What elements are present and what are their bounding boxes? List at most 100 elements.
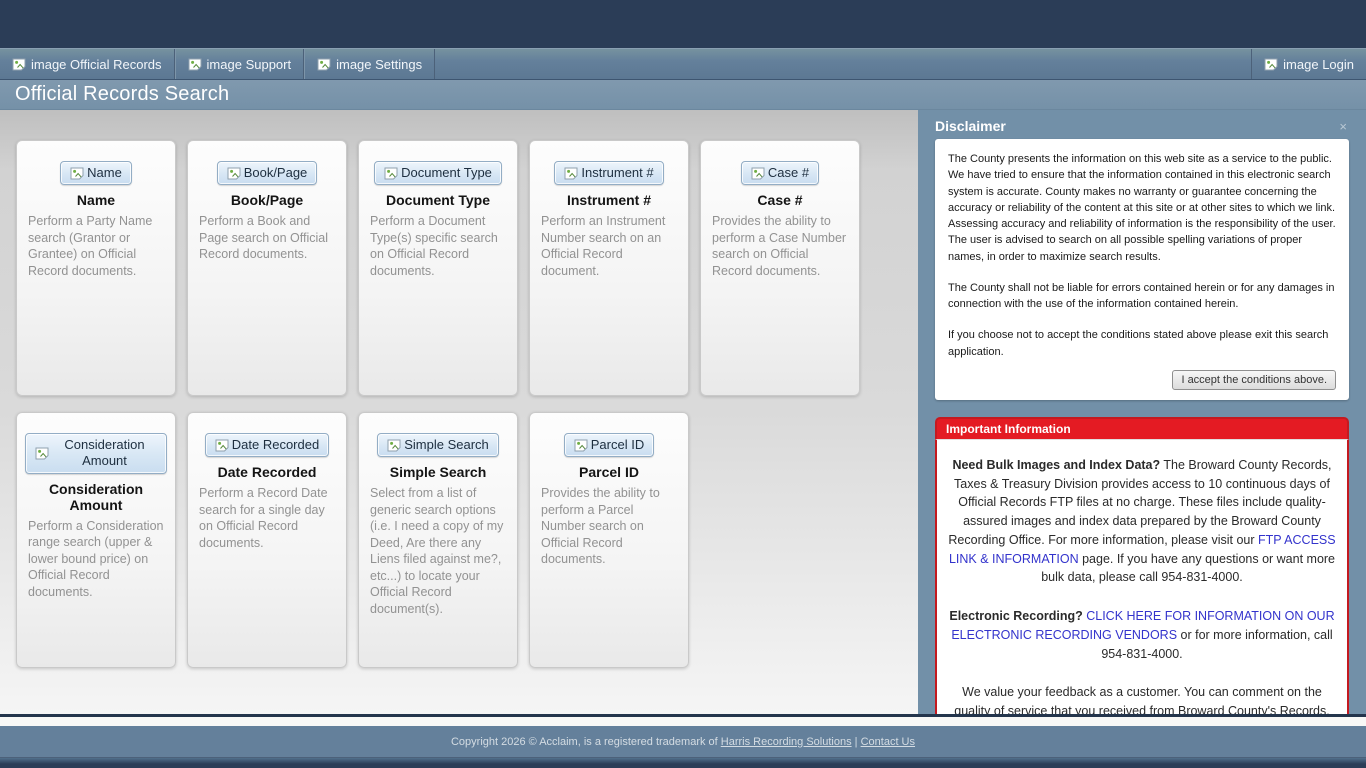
nav-item-login[interactable]: image Login	[1251, 49, 1366, 79]
card-title: Consideration Amount	[25, 481, 167, 513]
search-card-consideration-amount: Consideration Amount Consideration Amoun…	[16, 412, 176, 668]
broken-image-icon	[564, 167, 578, 180]
broken-image-icon	[574, 439, 588, 452]
broken-image-icon	[384, 167, 398, 180]
card-button-label: Case #	[768, 165, 809, 181]
broken-image-icon	[35, 447, 49, 460]
card-description: Perform a Book and Page search on Offici…	[196, 213, 338, 263]
card-button-label: Date Recorded	[232, 437, 319, 453]
page: image Official Records image Support ima…	[0, 0, 1366, 768]
parcel-id-search-button[interactable]: Parcel ID	[564, 433, 654, 457]
harris-recording-solutions-link[interactable]: Harris Recording Solutions	[721, 736, 852, 748]
broken-image-icon	[12, 58, 26, 71]
card-title: Simple Search	[367, 464, 509, 480]
close-icon[interactable]: ×	[1337, 119, 1349, 134]
consideration-amount-search-button[interactable]: Consideration Amount	[25, 433, 167, 474]
date-recorded-search-button[interactable]: Date Recorded	[205, 433, 329, 457]
card-description: Perform a Party Name search (Grantor or …	[25, 213, 167, 279]
search-card-parcel-id: Parcel ID Parcel ID Provides the ability…	[529, 412, 689, 668]
search-card-book-page: Book/Page Book/Page Perform a Book and P…	[187, 140, 347, 396]
footer-gap	[0, 717, 1366, 726]
simple-search-button[interactable]: Simple Search	[377, 433, 499, 457]
important-information-title: Important Information	[935, 417, 1349, 439]
bulk-data-text: page. If you have any questions or want …	[1041, 552, 1335, 585]
document-type-search-button[interactable]: Document Type	[374, 161, 502, 185]
right-panel: Disclaimer × The County presents the inf…	[918, 110, 1366, 714]
card-title: Parcel ID	[538, 464, 680, 480]
card-description: Provides the ability to perform a Parcel…	[538, 485, 680, 568]
disclaimer-paragraph: If you choose not to accept the conditio…	[948, 327, 1336, 360]
card-row: Name Name Perform a Party Name search (G…	[16, 140, 918, 396]
card-description: Perform a Consideration range search (up…	[25, 518, 167, 601]
nav-item-label: image Official Records	[31, 57, 162, 72]
search-card-date-recorded: Date Recorded Date Recorded Perform a Re…	[187, 412, 347, 668]
nav-item-label: image Support	[207, 57, 292, 72]
card-title: Book/Page	[196, 192, 338, 208]
erecording-bold: Electronic Recording?	[949, 609, 1082, 623]
broken-image-icon	[188, 58, 202, 71]
main-navbar: image Official Records image Support ima…	[0, 48, 1366, 80]
accept-conditions-button[interactable]: I accept the conditions above.	[1172, 370, 1336, 390]
card-description: Perform an Instrument Number search on a…	[538, 213, 680, 279]
disclaimer-paragraph: The County shall not be liable for error…	[948, 280, 1336, 313]
instrument-search-button[interactable]: Instrument #	[554, 161, 663, 185]
copyright-text: Copyright 2026 © Acclaim, is a registere…	[451, 736, 915, 748]
important-information-box: Need Bulk Images and Index Data? The Bro…	[935, 439, 1349, 725]
card-title: Document Type	[367, 192, 509, 208]
card-description: Perform a Document Type(s) specific sear…	[367, 213, 509, 279]
card-title: Name	[25, 192, 167, 208]
card-button-label: Consideration Amount	[52, 437, 157, 470]
search-card-name: Name Name Perform a Party Name search (G…	[16, 140, 176, 396]
footer-bar: Copyright 2026 © Acclaim, is a registere…	[0, 726, 1366, 758]
nav-item-label: image Login	[1283, 57, 1354, 72]
footer-separator: |	[852, 736, 861, 748]
top-bar	[0, 0, 1366, 48]
broken-image-icon	[1264, 58, 1278, 71]
bulk-data-paragraph: Need Bulk Images and Index Data? The Bro…	[947, 456, 1337, 587]
search-card-simple-search: Simple Search Simple Search Select from …	[358, 412, 518, 668]
nav-item-label: image Settings	[336, 57, 422, 72]
card-button-label: Simple Search	[404, 437, 489, 453]
disclaimer-box: The County presents the information on t…	[935, 139, 1349, 400]
card-button-label: Parcel ID	[591, 437, 644, 453]
card-description: Perform a Record Date search for a singl…	[196, 485, 338, 551]
broken-image-icon	[70, 167, 84, 180]
broken-image-icon	[387, 439, 401, 452]
nav-item-official-records[interactable]: image Official Records	[0, 49, 175, 79]
card-title: Date Recorded	[196, 464, 338, 480]
important-information-panel: Important Information Need Bulk Images a…	[935, 417, 1349, 725]
case-search-button[interactable]: Case #	[741, 161, 819, 185]
content-area: Name Name Perform a Party Name search (G…	[0, 110, 1366, 714]
search-card-case: Case # Case # Provides the ability to pe…	[700, 140, 860, 396]
card-row: Consideration Amount Consideration Amoun…	[16, 412, 918, 668]
card-title: Case #	[709, 192, 851, 208]
card-button-label: Name	[87, 165, 122, 181]
broken-image-icon	[227, 167, 241, 180]
disclaimer-title: Disclaimer	[935, 118, 1006, 134]
erecording-paragraph: Electronic Recording? CLICK HERE FOR INF…	[947, 607, 1337, 663]
name-search-button[interactable]: Name	[60, 161, 132, 185]
nav-spacer	[435, 49, 1251, 79]
card-button-label: Document Type	[401, 165, 492, 181]
disclaimer-paragraph: The County presents the information on t…	[948, 151, 1336, 265]
card-button-label: Instrument #	[581, 165, 653, 181]
search-card-document-type: Document Type Document Type Perform a Do…	[358, 140, 518, 396]
footer-dark-strip	[0, 758, 1366, 768]
card-description: Provides the ability to perform a Case N…	[709, 213, 851, 279]
card-title: Instrument #	[538, 192, 680, 208]
broken-image-icon	[751, 167, 765, 180]
search-cards-panel: Name Name Perform a Party Name search (G…	[0, 110, 918, 714]
contact-us-link[interactable]: Contact Us	[861, 736, 915, 748]
nav-item-support[interactable]: image Support	[175, 49, 305, 79]
bulk-data-bold: Need Bulk Images and Index Data?	[952, 458, 1160, 472]
copyright-label: Copyright 2026 © Acclaim, is a registere…	[451, 736, 721, 748]
accept-row: I accept the conditions above.	[948, 370, 1336, 390]
search-card-instrument: Instrument # Instrument # Perform an Ins…	[529, 140, 689, 396]
card-description: Select from a list of generic search opt…	[367, 485, 509, 617]
title-bar: Official Records Search	[0, 80, 1366, 110]
card-button-label: Book/Page	[244, 165, 308, 181]
book-page-search-button[interactable]: Book/Page	[217, 161, 318, 185]
broken-image-icon	[215, 439, 229, 452]
disclaimer-header: Disclaimer ×	[935, 118, 1349, 134]
nav-item-settings[interactable]: image Settings	[304, 49, 435, 79]
